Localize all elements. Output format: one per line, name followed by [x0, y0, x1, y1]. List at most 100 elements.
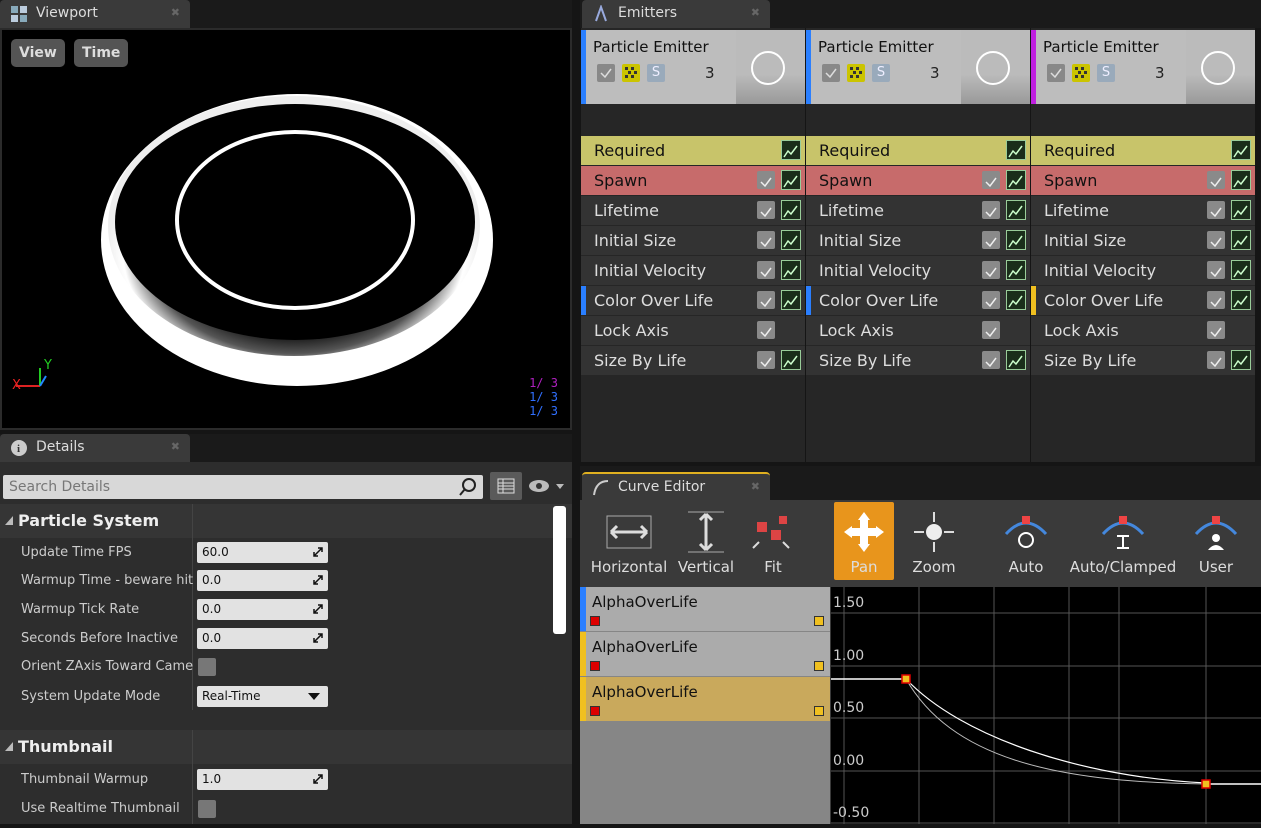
module-enable-checkbox[interactable]	[982, 231, 1000, 249]
search-icon[interactable]	[458, 477, 478, 501]
view-options-button[interactable]	[490, 472, 522, 500]
render-mode-icon[interactable]	[847, 64, 865, 82]
vertical-button[interactable]: Vertical	[670, 502, 742, 580]
enable-checkbox[interactable]	[1047, 64, 1065, 82]
enable-checkbox[interactable]	[597, 64, 615, 82]
curve-graph-icon[interactable]	[1006, 230, 1026, 250]
curve-graph-icon[interactable]	[781, 230, 801, 250]
module-row[interactable]: Size By Life	[581, 346, 805, 375]
enable-checkbox[interactable]	[822, 64, 840, 82]
curve-list-item[interactable]: AlphaOverLife	[580, 587, 830, 631]
module-row[interactable]: Lock Axis	[1031, 316, 1255, 345]
curve-visibility-toggle[interactable]	[590, 661, 600, 671]
module-enable-checkbox[interactable]	[982, 201, 1000, 219]
curve-graph-icon[interactable]	[781, 290, 801, 310]
module-row[interactable]: Lock Axis	[581, 316, 805, 345]
curve-graph-icon[interactable]	[1231, 170, 1251, 190]
curve-graph-icon[interactable]	[781, 200, 801, 220]
close-icon[interactable]: ✖	[751, 474, 760, 500]
module-enable-checkbox[interactable]	[757, 171, 775, 189]
close-icon[interactable]: ✖	[171, 0, 180, 26]
emitter-column[interactable]: Particle Emitter S 3 Required Spawn Lifeti…	[1031, 28, 1255, 462]
module-row[interactable]: Size By Life	[1031, 346, 1255, 375]
module-row[interactable]: Size By Life	[806, 346, 1030, 375]
render-mode-icon[interactable]	[1072, 64, 1090, 82]
module-enable-checkbox[interactable]	[757, 261, 775, 279]
auto-clamped-button[interactable]: Auto/Clamped	[1063, 502, 1183, 580]
curve-visibility-toggle[interactable]	[590, 616, 600, 626]
search-input[interactable]: Search Details	[3, 475, 483, 499]
emitter-column[interactable]: Particle Emitter S 3 Required Spawn Lifeti…	[581, 28, 805, 462]
curve-graph-icon[interactable]	[1231, 290, 1251, 310]
module-enable-checkbox[interactable]	[1207, 261, 1225, 279]
curve-selection-toggle[interactable]	[814, 706, 824, 716]
module-row[interactable]: Initial Size	[806, 226, 1030, 255]
viewport-panel[interactable]: View Time X Y 1/ 3 1/ 3 1/ 3	[0, 28, 572, 430]
number-field[interactable]: 1.0	[197, 769, 328, 790]
number-field[interactable]: 0.0	[197, 599, 328, 620]
auto-tangent-button[interactable]: Auto	[978, 502, 1074, 580]
number-field[interactable]: 0.0	[197, 570, 328, 591]
solo-icon[interactable]: S	[872, 64, 890, 82]
module-row[interactable]: Spawn	[806, 166, 1030, 195]
curve-graph-icon[interactable]	[1231, 200, 1251, 220]
emitter-header[interactable]: Particle Emitter S 3	[806, 30, 1030, 104]
tab-curve-editor[interactable]: Curve Editor ✖	[582, 472, 770, 500]
curve-selection-toggle[interactable]	[814, 616, 824, 626]
user-tangent-button[interactable]: User	[1178, 502, 1254, 580]
curve-graph-icon[interactable]	[781, 260, 801, 280]
emitter-header[interactable]: Particle Emitter S 3	[1031, 30, 1255, 104]
module-enable-checkbox[interactable]	[757, 231, 775, 249]
category-thumbnail[interactable]: Thumbnail	[0, 730, 572, 764]
tab-details[interactable]: i Details ✖	[0, 434, 190, 462]
eye-icon[interactable]	[528, 478, 568, 498]
solo-icon[interactable]: S	[647, 64, 665, 82]
emitter-column[interactable]: Particle Emitter S 3 Required Spawn Lifeti…	[806, 28, 1030, 462]
module-enable-checkbox[interactable]	[757, 351, 775, 369]
module-row[interactable]: Lock Axis	[806, 316, 1030, 345]
module-row[interactable]: Initial Size	[581, 226, 805, 255]
module-row[interactable]: Initial Size	[1031, 226, 1255, 255]
module-row[interactable]: Spawn	[1031, 166, 1255, 195]
module-row[interactable]: Lifetime	[1031, 196, 1255, 225]
curve-graph-icon[interactable]	[1006, 170, 1026, 190]
curve-list-item[interactable]: AlphaOverLife	[580, 632, 830, 676]
module-enable-checkbox[interactable]	[1207, 291, 1225, 309]
module-enable-checkbox[interactable]	[982, 171, 1000, 189]
module-enable-checkbox[interactable]	[1207, 201, 1225, 219]
module-enable-checkbox[interactable]	[757, 291, 775, 309]
module-enable-checkbox[interactable]	[1207, 321, 1225, 339]
number-field[interactable]: 60.0	[197, 542, 328, 563]
module-enable-checkbox[interactable]	[1207, 351, 1225, 369]
module-row[interactable]: Spawn	[581, 166, 805, 195]
module-row[interactable]: Color Over Life	[806, 286, 1030, 315]
close-icon[interactable]: ✖	[751, 0, 760, 26]
pan-button[interactable]: Pan	[834, 502, 894, 580]
solo-icon[interactable]: S	[1097, 64, 1115, 82]
curve-selection-toggle[interactable]	[814, 661, 824, 671]
curve-graph-icon[interactable]	[1006, 350, 1026, 370]
zoom-button[interactable]: Zoom	[902, 502, 966, 580]
checkbox[interactable]	[198, 658, 216, 676]
module-row[interactable]: Lifetime	[806, 196, 1030, 225]
curve-graph-icon[interactable]	[1006, 140, 1026, 160]
tab-emitters[interactable]: Emitters ✖	[582, 0, 770, 28]
module-row[interactable]: Required	[806, 136, 1030, 165]
checkbox[interactable]	[198, 800, 216, 818]
curve-graph-icon[interactable]	[1231, 350, 1251, 370]
curve-graph-icon[interactable]	[781, 140, 801, 160]
tab-viewport[interactable]: Viewport ✖	[0, 0, 190, 28]
module-enable-checkbox[interactable]	[757, 201, 775, 219]
module-row[interactable]: Lifetime	[581, 196, 805, 225]
module-enable-checkbox[interactable]	[982, 351, 1000, 369]
curve-graph-icon[interactable]	[781, 170, 801, 190]
module-row[interactable]: Initial Velocity	[1031, 256, 1255, 285]
fit-button[interactable]: Fit	[740, 502, 806, 580]
curve-visibility-toggle[interactable]	[590, 706, 600, 716]
module-row[interactable]: Color Over Life	[581, 286, 805, 315]
curve-graph-icon[interactable]	[1231, 260, 1251, 280]
curve-graph-icon[interactable]	[1231, 140, 1251, 160]
curve-list-item[interactable]: AlphaOverLife	[580, 677, 830, 721]
update-mode-dropdown[interactable]: Real-Time	[197, 686, 328, 707]
module-row[interactable]: Required	[581, 136, 805, 165]
